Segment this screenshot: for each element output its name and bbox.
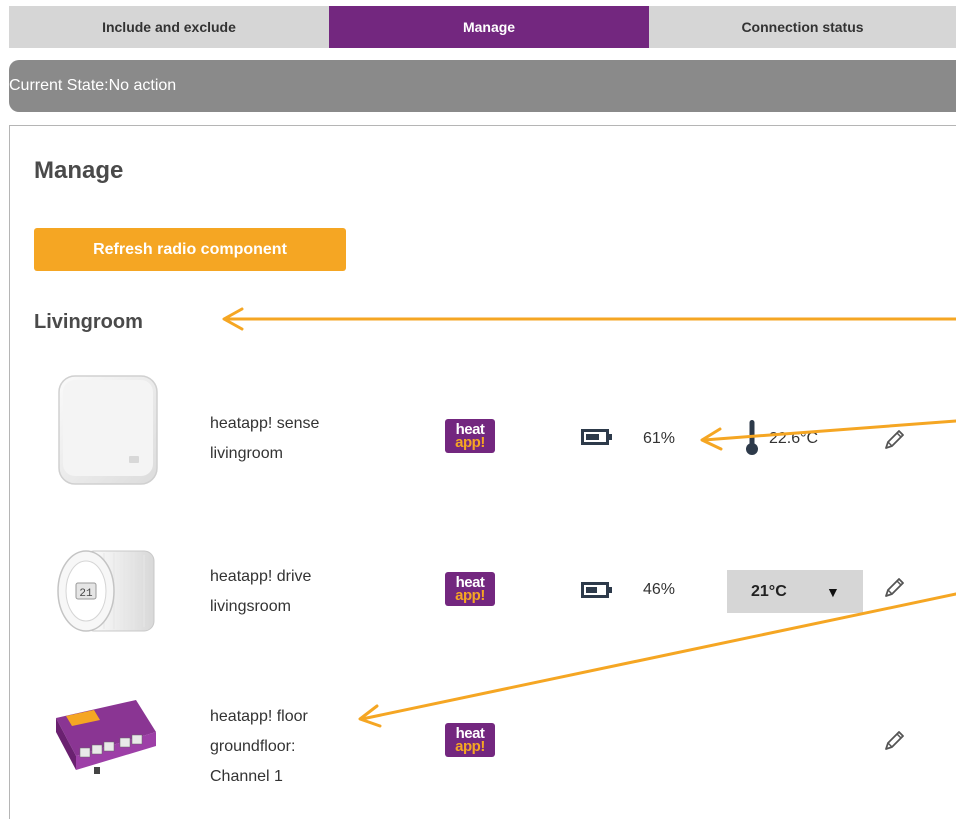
device-name-line: Channel 1 [210, 768, 283, 785]
room-heading: Livingroom [34, 311, 143, 333]
device-name-sense: heatapp! sense livingroom [210, 409, 319, 469]
battery-percent: 61% [643, 430, 676, 447]
refresh-radio-button[interactable]: Refresh radio component [34, 228, 346, 271]
dropdown-caret-icon: ▼ [826, 583, 840, 600]
device-name-line: groundfloor: [210, 738, 296, 755]
page-title: Manage [34, 157, 124, 184]
tab-manage[interactable]: Manage [329, 6, 649, 48]
heatapp-logo: heat app! [445, 723, 495, 757]
pencil-icon[interactable] [882, 729, 906, 753]
setpoint-select[interactable]: 21°C ▼ [727, 570, 863, 613]
current-state-bar: Current State: No action [9, 60, 956, 112]
device-name-line: heatapp! sense [210, 415, 320, 432]
tab-bar: Include and exclude Manage Connection st… [9, 6, 956, 48]
heatapp-logo: heat app! [445, 419, 495, 453]
device-name-line: livingroom [210, 445, 283, 462]
battery-icon [581, 429, 612, 445]
state-value: No action [108, 77, 177, 94]
floor-device-image [56, 700, 156, 774]
device-name-line: livingsroom [210, 598, 291, 615]
tab-connection-status[interactable]: Connection status [649, 6, 956, 48]
device-name-drive: heatapp! drive livingsroom [210, 562, 311, 622]
state-label: Current State: [9, 77, 109, 94]
drive-device-image: 21 [57, 550, 155, 632]
pencil-icon[interactable] [882, 576, 906, 600]
tab-include-exclude[interactable]: Include and exclude [9, 6, 329, 48]
setpoint-value: 21°C [751, 582, 787, 600]
device-name-line: heatapp! floor [210, 708, 308, 725]
device-name-floor: heatapp! floor groundfloor: Channel 1 [210, 702, 308, 792]
device-name-line: heatapp! drive [210, 568, 312, 585]
svg-text:21: 21 [79, 588, 93, 600]
logo-text-bottom: app! [455, 738, 485, 755]
logo-text-bottom: app! [455, 587, 485, 604]
pencil-icon[interactable] [882, 428, 906, 452]
battery-icon [581, 582, 612, 598]
logo-text-bottom: app! [455, 434, 485, 451]
thermometer-icon [746, 420, 758, 455]
temperature-value: 22.6°C [769, 430, 819, 447]
sense-device-image [58, 375, 158, 485]
battery-percent: 46% [643, 581, 676, 598]
heatapp-logo: heat app! [445, 572, 495, 606]
